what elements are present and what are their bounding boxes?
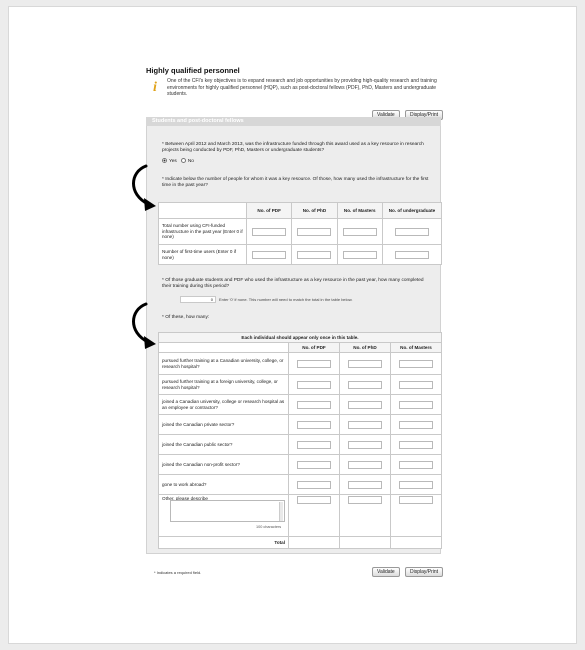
outcome-input[interactable]	[399, 460, 433, 469]
people-count-table: No. of PDF No. of PhD No. of Masters No.…	[158, 202, 443, 265]
outcome-input[interactable]	[297, 460, 331, 469]
row-label: joined the Canadian public sector?	[158, 434, 289, 455]
row-label: pursued further training at a foreign un…	[158, 374, 289, 395]
outcome-input[interactable]	[348, 496, 382, 504]
row-label: joined a Canadian university, college or…	[158, 394, 289, 415]
table-banner: Each individual should appear only once …	[158, 332, 442, 343]
radio-group-key-resource: Yes No	[162, 158, 194, 165]
table-row: joined the Canadian private sector?	[158, 414, 442, 435]
total-cell	[339, 536, 391, 549]
row-label: Number of first-time users (Enter 0 if n…	[158, 244, 247, 265]
radio-no[interactable]	[180, 158, 186, 163]
question-people-count: * Indicate below the number of people fo…	[162, 177, 429, 188]
table-row: joined the Canadian public sector?	[158, 434, 442, 455]
table-corner	[158, 342, 289, 353]
intro-text: One of the CFI's key objectives is to ex…	[167, 78, 437, 97]
total-cell	[288, 536, 340, 549]
outcome-input[interactable]	[297, 480, 331, 489]
table-row: pursued further training at a Canadian u…	[158, 352, 442, 375]
col-header: No. of PhD	[291, 202, 338, 219]
curved-arrow-icon	[132, 164, 156, 211]
row-label: gone to work abroad?	[158, 474, 289, 495]
outcome-input[interactable]	[348, 440, 382, 449]
completed-training-input[interactable]: 0	[180, 296, 216, 303]
table-row: gone to work abroad?	[158, 474, 442, 495]
outcome-input[interactable]	[348, 400, 382, 409]
row-label: joined the Canadian private sector?	[158, 414, 289, 435]
outcome-input[interactable]	[297, 400, 331, 409]
masters-first-time-input[interactable]	[342, 250, 377, 259]
col-header: No. of Masters	[336, 202, 383, 219]
undergrad-total-input[interactable]	[394, 227, 429, 236]
required-field-note: * Indicates a required field.	[154, 570, 202, 575]
outcome-input[interactable]	[399, 359, 433, 368]
row-label: pursued further training at a Canadian u…	[158, 352, 289, 375]
outcome-input[interactable]	[297, 420, 331, 429]
table-row: Total number using CFI-funded infrastruc…	[158, 218, 443, 245]
outcome-input[interactable]	[348, 480, 382, 489]
pdf-total-input[interactable]	[252, 227, 287, 236]
panel-title: Students and post-doctoral fellows	[146, 117, 441, 126]
table-row: Total	[158, 536, 442, 549]
outcome-input[interactable]	[399, 480, 433, 489]
phd-total-input[interactable]	[297, 227, 332, 236]
display-print-button-bottom[interactable]: Display/Print	[405, 567, 444, 577]
info-icon: i	[153, 80, 157, 95]
outcome-input[interactable]	[348, 460, 382, 469]
other-description-textarea[interactable]	[170, 500, 285, 522]
outcome-input[interactable]	[399, 400, 433, 409]
page-title: Highly qualified personnel	[146, 66, 240, 75]
textarea-scrollbar[interactable]	[279, 502, 283, 521]
col-header: No. of undergraduate	[381, 202, 443, 219]
table-row: pursued further training at a foreign un…	[158, 374, 442, 395]
outcome-input[interactable]	[297, 496, 331, 504]
pdf-first-time-input[interactable]	[252, 250, 287, 259]
question-of-these: * Of these, how many:	[162, 315, 210, 320]
validate-button-bottom[interactable]: Validate	[372, 567, 400, 577]
table-row: joined a Canadian university, college or…	[158, 394, 442, 415]
col-header: No. of Masters	[390, 342, 442, 353]
curved-arrow-icon	[132, 302, 156, 349]
col-header: No. of PhD	[339, 342, 391, 353]
table-row: Number of first-time users (Enter 0 if n…	[158, 244, 443, 265]
row-label: Total number using CFI-funded infrastruc…	[158, 218, 247, 245]
character-limit: 100 characters	[256, 525, 282, 529]
total-cell	[390, 536, 442, 549]
col-header: No. of PDF	[245, 202, 293, 219]
outcome-input[interactable]	[399, 380, 433, 389]
question-key-resource: * Between April 2012 and March 2013, was…	[162, 142, 424, 153]
outcome-input[interactable]	[297, 380, 331, 389]
row-label: joined the Canadian non-profit sector?	[158, 454, 289, 475]
table-row: joined the Canadian non-profit sector?	[158, 454, 442, 475]
phd-first-time-input[interactable]	[297, 250, 332, 259]
radio-yes-label: Yes	[169, 158, 177, 164]
completed-training-hint: Enter '0' if none. This number will need…	[219, 297, 353, 302]
outcome-input[interactable]	[348, 380, 382, 389]
question-completed-training: * Of those graduate students and PDF who…	[162, 278, 424, 289]
undergrad-first-time-input[interactable]	[394, 250, 429, 259]
radio-no-label: No	[187, 158, 194, 164]
masters-total-input[interactable]	[342, 227, 377, 236]
outcome-input[interactable]	[399, 420, 433, 429]
total-label: Total	[158, 536, 289, 549]
outcome-input[interactable]	[348, 359, 382, 368]
outcome-input[interactable]	[399, 496, 433, 504]
table-corner	[158, 202, 247, 219]
outcome-input[interactable]	[297, 359, 331, 368]
outcome-input[interactable]	[348, 420, 382, 429]
outcome-input[interactable]	[399, 440, 433, 449]
outcome-input[interactable]	[297, 440, 331, 449]
col-header: No. of PDF	[288, 342, 340, 353]
